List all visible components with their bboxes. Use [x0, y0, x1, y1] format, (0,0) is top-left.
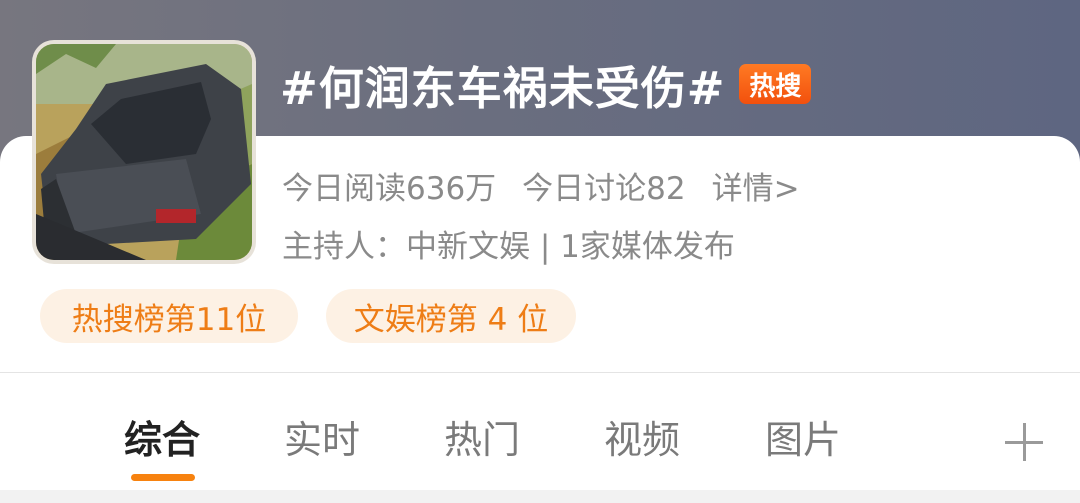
hot-search-badge: 热搜	[739, 64, 812, 104]
topic-header: #何润东车祸未受伤# 热搜	[280, 52, 812, 116]
tab-hot[interactable]: 热门	[444, 409, 520, 464]
topic-thumbnail[interactable]	[32, 40, 256, 264]
host-info: 主持人：中新文娱 | 1家媒体发布	[282, 229, 735, 265]
tab-bar: 综合 实时 热门 视频 图片	[0, 373, 1080, 490]
details-link[interactable]: 详情>	[712, 163, 800, 208]
tab-comprehensive[interactable]: 综合	[124, 409, 200, 464]
topic-stats: 今日阅读636万 今日讨论82 详情>	[282, 163, 800, 208]
discussion-count: 今日讨论82	[522, 171, 686, 207]
tab-realtime[interactable]: 实时	[284, 409, 360, 464]
entertainment-rank-chip[interactable]: 文娱榜第 4 位	[326, 289, 576, 343]
tab-video[interactable]: 视频	[604, 409, 680, 464]
read-count: 今日阅读636万	[282, 171, 497, 207]
hot-search-rank-chip[interactable]: 热搜榜第11位	[40, 289, 298, 343]
tab-images[interactable]: 图片	[765, 409, 841, 464]
topic-title: #何润东车祸未受伤#	[280, 61, 726, 115]
plus-icon[interactable]	[1005, 423, 1043, 461]
crashed-car-photo	[36, 44, 252, 260]
active-tab-indicator	[131, 474, 195, 481]
